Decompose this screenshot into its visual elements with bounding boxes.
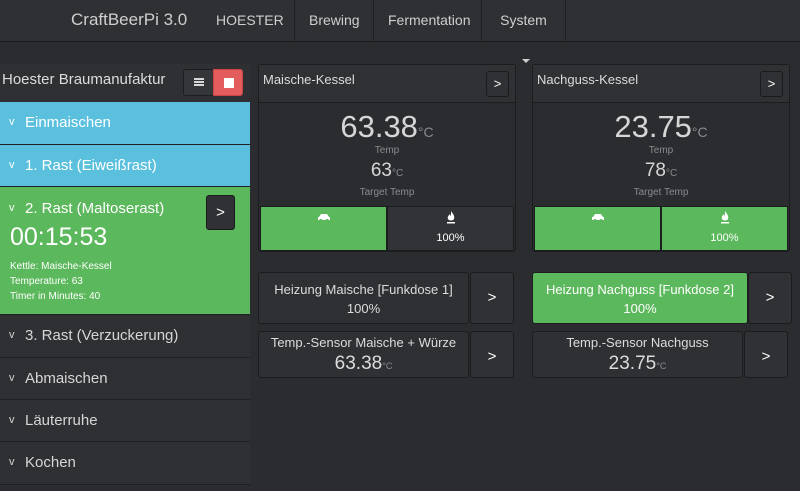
temp-label: Temp: [648, 145, 674, 156]
step-list-button[interactable]: [183, 69, 214, 96]
flame-icon: [720, 211, 729, 224]
target-temp-unit: °C: [665, 168, 678, 179]
actor-power: 100%: [346, 301, 381, 316]
step-laeuterruhe[interactable]: v Läuterruhe: [0, 400, 250, 442]
actor-options-button[interactable]: >: [748, 272, 792, 324]
step-label: 1. Rast (Eiweißrast): [25, 157, 157, 174]
step-2-rast-active[interactable]: v 2. Rast (Maltoserast) 00:15:53 Kettle:…: [0, 187, 250, 315]
step-kettle: Kettle: Maische-Kessel: [10, 261, 112, 272]
kettle-name: Nachguss-Kessel: [537, 72, 639, 87]
chevron-down-icon: v: [9, 372, 15, 384]
step-label: 3. Rast (Verzuckerung): [25, 327, 179, 344]
step-label: Kochen: [25, 454, 76, 471]
step-timer: 00:15:53: [10, 223, 108, 251]
step-label: 2. Rast (Maltoserast): [25, 200, 165, 217]
next-step-button[interactable]: >: [206, 195, 235, 230]
chevron-right-icon: >: [765, 289, 775, 306]
kettle-header: Maische-Kessel >: [259, 65, 515, 103]
step-label: Einmaischen: [25, 114, 111, 131]
sensor-name: Temp.-Sensor Nachguss: [566, 335, 709, 350]
nav-system-label: System: [500, 12, 547, 28]
sensor-value: 23.75: [608, 353, 657, 374]
step-einmaischen[interactable]: v Einmaischen: [0, 102, 250, 145]
actor-name: Heizung Maische [Funkdose 1]: [274, 282, 453, 297]
kettle-temp-unit: °C: [691, 124, 708, 140]
nav-brewing[interactable]: Brewing: [294, 0, 374, 42]
kettle-options-button[interactable]: >: [486, 71, 509, 97]
chevron-down-icon: v: [9, 116, 15, 128]
kettle-temp: 63.38°C: [259, 109, 515, 145]
step-timer-minutes: Timer in Minutes: 40: [10, 291, 101, 302]
target-temp-value: 63: [370, 160, 392, 181]
step-label: Läuterruhe: [25, 412, 98, 429]
kettle-temp: 23.75°C: [533, 109, 789, 145]
kettle-options-button[interactable]: >: [760, 71, 783, 97]
steps-panel: Hoester Braumanufaktur v Einmaischen v 1…: [0, 64, 250, 486]
brand-title[interactable]: CraftBeerPi 3.0: [71, 10, 187, 30]
step-abmaischen[interactable]: v Abmaischen: [0, 358, 250, 400]
target-temp-value: 78: [644, 160, 666, 181]
kettle-temp-unit: °C: [417, 124, 434, 140]
chevron-right-icon: >: [487, 289, 497, 306]
nav-fermentation[interactable]: Fermentation: [374, 0, 482, 42]
kettle-panel-maische: Maische-Kessel > 63.38°C Temp 63°C Targe…: [258, 64, 516, 252]
chevron-right-icon: >: [761, 348, 771, 365]
kettle-temp-value: 23.75: [614, 109, 692, 144]
chevron-down-icon: v: [9, 159, 15, 171]
step-3-rast[interactable]: v 3. Rast (Verzuckerung): [0, 315, 250, 358]
car-icon: [591, 214, 604, 222]
step-kochen[interactable]: v Kochen: [0, 442, 250, 485]
stop-icon: [224, 78, 234, 88]
chevron-down-icon: v: [9, 329, 15, 341]
target-temp-unit: °C: [391, 168, 404, 179]
heater-power: 100%: [710, 232, 739, 244]
navbar: CraftBeerPi 3.0 HOESTER Brewing Fermenta…: [0, 0, 800, 64]
flame-icon: [446, 211, 455, 224]
temp-label: Temp: [374, 145, 400, 156]
actor-power: 100%: [623, 301, 657, 316]
sensor-reading: 63.38°C: [259, 353, 468, 375]
chevron-right-icon: >: [487, 348, 497, 365]
sensor-maische[interactable]: Temp.-Sensor Maische + Würze 63.38°C: [258, 331, 469, 378]
sensor-unit: °C: [656, 361, 667, 371]
target-temp-label: Target Temp: [359, 187, 415, 198]
kettle-target: 63°C: [259, 160, 515, 182]
agitator-button[interactable]: [534, 206, 661, 251]
nav-hoester[interactable]: HOESTER: [202, 0, 298, 42]
chevron-down-icon: v: [9, 456, 15, 468]
sensor-value: 63.38: [334, 353, 383, 374]
sensor-options-button[interactable]: >: [744, 331, 788, 378]
heater-button[interactable]: 100%: [387, 206, 514, 251]
sensor-nachguss[interactable]: Temp.-Sensor Nachguss 23.75°C: [532, 331, 743, 378]
chevron-down-icon: v: [9, 202, 15, 214]
steps-header: Hoester Braumanufaktur: [0, 64, 250, 102]
kettle-target: 78°C: [533, 160, 789, 182]
sensor-options-button[interactable]: >: [470, 331, 514, 378]
chevron-down-icon: v: [9, 414, 15, 426]
heater-button[interactable]: 100%: [661, 206, 788, 251]
kettle-name: Maische-Kessel: [263, 72, 355, 87]
actor-options-button[interactable]: >: [470, 272, 514, 324]
target-temp-label: Target Temp: [633, 187, 689, 198]
kettle-panel-nachguss: Nachguss-Kessel > 23.75°C Temp 78°C Targ…: [532, 64, 790, 252]
sensor-reading: 23.75°C: [533, 353, 742, 375]
sensor-unit: °C: [382, 361, 393, 371]
actor-heizung-maische[interactable]: Heizung Maische [Funkdose 1] 100%: [258, 272, 469, 324]
kettle-temp-value: 63.38: [340, 109, 418, 144]
actor-heizung-nachguss[interactable]: Heizung Nachguss [Funkdose 2] 100%: [532, 272, 748, 324]
step-1-rast[interactable]: v 1. Rast (Eiweißrast): [0, 145, 250, 187]
car-icon: [317, 214, 330, 222]
brewery-name: Hoester Braumanufaktur: [2, 71, 166, 88]
step-label: Abmaischen: [25, 370, 108, 387]
kettle-header: Nachguss-Kessel >: [533, 65, 789, 103]
caret-down-icon: [522, 59, 530, 64]
sensor-name: Temp.-Sensor Maische + Würze: [270, 335, 457, 350]
heater-power: 100%: [436, 232, 465, 244]
stop-button[interactable]: [213, 69, 243, 96]
agitator-button[interactable]: [260, 206, 387, 251]
actor-name: Heizung Nachguss [Funkdose 2]: [546, 282, 734, 297]
list-icon: [194, 78, 204, 87]
step-temperature: Temperature: 63: [10, 276, 83, 287]
nav-system[interactable]: System: [482, 0, 566, 64]
